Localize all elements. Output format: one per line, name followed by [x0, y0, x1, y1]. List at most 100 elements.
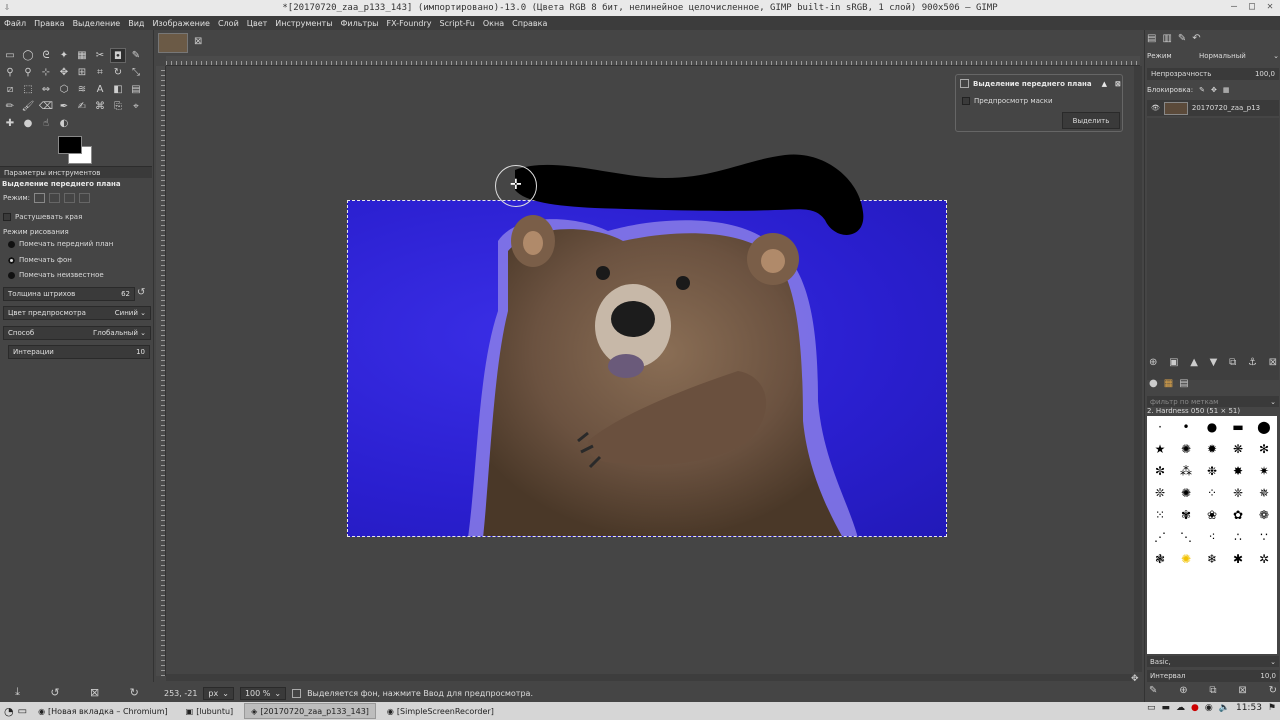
brush-item[interactable]: ✻ [1251, 438, 1277, 460]
brush-item[interactable]: ∴ [1225, 526, 1251, 548]
lock-pixels-icon[interactable]: ✎ [1199, 86, 1205, 94]
brush-item[interactable]: ⋰ [1147, 526, 1173, 548]
crop-icon[interactable]: ⌗ [92, 65, 108, 80]
align-icon[interactable]: ⊞ [74, 65, 90, 80]
delete-options-icon[interactable]: ⊠ [90, 686, 99, 699]
scissors-select-icon[interactable]: ✂ [92, 48, 108, 63]
brush-item[interactable]: ⋱ [1173, 526, 1199, 548]
perspective-clone-icon[interactable]: ⌖ [128, 99, 144, 114]
brush-grid[interactable]: · • ● ▬ ⬤ ★ ✺ ✹ ❋ ✻ ✼ ⁂ ❉ ✸ ✷ ❊ ✺ ⁘ ❈ ✵ … [1147, 416, 1277, 654]
layer-list[interactable] [1147, 118, 1279, 380]
task-screen-recorder[interactable]: ◉ [SimpleScreenRecorder] [380, 703, 501, 719]
engine-select[interactable]: Способ Глобальный ⌄ [3, 326, 151, 340]
preview-mask-checkbox[interactable] [962, 97, 970, 105]
iterations-value[interactable]: 10 [136, 348, 145, 356]
color-select-icon[interactable]: ▦ [74, 48, 90, 63]
new-group-icon[interactable]: ▣ [1169, 357, 1178, 373]
brush-item[interactable]: ✲ [1251, 548, 1277, 570]
edit-brush-icon[interactable]: ✎ [1149, 685, 1157, 701]
text-icon[interactable]: A [92, 82, 108, 97]
minimize-icon[interactable]: – [1228, 1, 1240, 13]
brush-item[interactable]: ✷ [1251, 460, 1277, 482]
draw-mode-foreground[interactable]: Помечать передний план [8, 240, 113, 248]
brush-item[interactable]: ✿ [1225, 504, 1251, 526]
brush-item[interactable]: ❁ [1251, 504, 1277, 526]
brush-item[interactable]: ⁂ [1173, 460, 1199, 482]
maximize-icon[interactable]: □ [1246, 1, 1258, 13]
brush-icon[interactable]: 🖌 [20, 99, 36, 114]
paths-icon[interactable]: ✎ [128, 48, 144, 63]
paths-tab-icon[interactable]: ✎ [1178, 33, 1186, 44]
lock-position-icon[interactable]: ✥ [1211, 86, 1217, 94]
radio-foreground[interactable] [8, 240, 15, 248]
delete-layer-icon[interactable]: ⊠ [1269, 357, 1277, 373]
stroke-width-value[interactable]: 62 [121, 290, 130, 298]
brush-item[interactable]: ✺ [1173, 482, 1199, 504]
flag-icon[interactable]: ⚑ [1268, 703, 1276, 713]
menu-windows[interactable]: Окна [483, 19, 504, 28]
draw-mode-background[interactable]: Помечать фон [8, 256, 72, 264]
lock-alpha-icon[interactable]: ▦ [1223, 86, 1230, 94]
opacity-value[interactable]: 100,0 [1255, 70, 1275, 78]
spacing-field[interactable]: Интервал 10,0 [1147, 670, 1279, 682]
blur-icon[interactable]: ● [20, 116, 36, 131]
foreground-color-swatch[interactable] [58, 136, 82, 154]
new-layer-icon[interactable]: ⊕ [1149, 357, 1157, 373]
brush-item[interactable]: · [1147, 416, 1173, 438]
reset-stroke-icon[interactable]: ↺ [137, 287, 145, 298]
feather-row[interactable]: Растушевать края [3, 213, 82, 221]
menu-select[interactable]: Выделение [73, 19, 121, 28]
layer-mode-row[interactable]: Режим Нормальный ⌄ [1147, 52, 1279, 60]
patterns-tab-icon[interactable]: ▦ [1164, 378, 1173, 394]
airbrush-icon[interactable]: ✒ [56, 99, 72, 114]
eraser-icon[interactable]: ⌫ [38, 99, 54, 114]
brush-item[interactable]: ✸ [1225, 460, 1251, 482]
spacing-value[interactable]: 10,0 [1260, 672, 1276, 680]
pencil-icon[interactable]: ✏ [2, 99, 18, 114]
anchor-layer-icon[interactable]: ⚓ [1248, 357, 1257, 373]
layer-mode-value[interactable]: Нормальный [1199, 52, 1246, 60]
brush-item[interactable]: ✱ [1225, 548, 1251, 570]
unit-select[interactable]: px ⌄ [203, 686, 234, 700]
radio-unknown[interactable] [8, 271, 15, 279]
zoom-icon[interactable]: ⚲ [20, 65, 36, 80]
menu-file[interactable]: Файл [4, 19, 26, 28]
navigate-icon[interactable]: ✥ [1131, 674, 1139, 684]
fg-bg-colors[interactable] [58, 136, 98, 166]
fuzzy-select-icon[interactable]: ✦ [56, 48, 72, 63]
brush-item[interactable]: ⁙ [1147, 504, 1173, 526]
brush-item[interactable]: ● [1199, 416, 1225, 438]
perspective-icon[interactable]: ⬚ [20, 82, 36, 97]
brush-item[interactable]: ❀ [1199, 504, 1225, 526]
move-icon[interactable]: ✥ [56, 65, 72, 80]
iterations-field[interactable]: Интерации 10 [8, 345, 150, 359]
brush-item[interactable]: ✵ [1251, 482, 1277, 504]
measure-icon[interactable]: ⊹ [38, 65, 54, 80]
task-lubuntu[interactable]: ▣ [lubuntu] [179, 703, 241, 719]
restore-options-icon[interactable]: ↺ [50, 686, 59, 699]
menu-filters[interactable]: Фильтры [341, 19, 379, 28]
mode-subtract-icon[interactable] [64, 193, 76, 203]
menu-view[interactable]: Вид [128, 19, 144, 28]
menu-script-fu[interactable]: Script-Fu [440, 19, 475, 28]
brush-item[interactable]: ✺ [1173, 438, 1199, 460]
scale-icon[interactable]: ⤡ [128, 65, 144, 80]
image-tab-thumbnail[interactable] [158, 33, 188, 53]
brush-preset-select[interactable]: Basic, ⌄ [1147, 656, 1279, 667]
lower-layer-icon[interactable]: ▼ [1210, 357, 1218, 373]
mode-add-icon[interactable] [49, 193, 61, 203]
delete-brush-icon[interactable]: ⊠ [1238, 685, 1246, 701]
layer-item[interactable]: 👁 20170720_zaa_p13 [1147, 100, 1279, 116]
menu-image[interactable]: Изображение [152, 19, 210, 28]
foreground-select-icon[interactable]: ◘ [110, 48, 126, 63]
preview-color-select[interactable]: Цвет предпросмотра Синий ⌄ [3, 306, 151, 320]
menu-color[interactable]: Цвет [247, 19, 268, 28]
brush-item[interactable]: ❊ [1147, 482, 1173, 504]
brush-item[interactable]: ✹ [1199, 438, 1225, 460]
task-gimp[interactable]: ◈ [20170720_zaa_p133_143] [244, 703, 376, 719]
radio-background[interactable] [8, 256, 15, 264]
brush-item[interactable]: ✺ [1173, 548, 1199, 570]
opacity-field[interactable]: Непрозрачность 100,0 [1147, 68, 1279, 80]
blend-icon[interactable]: ▤ [128, 82, 144, 97]
vertical-scrollbar[interactable] [1134, 66, 1142, 672]
